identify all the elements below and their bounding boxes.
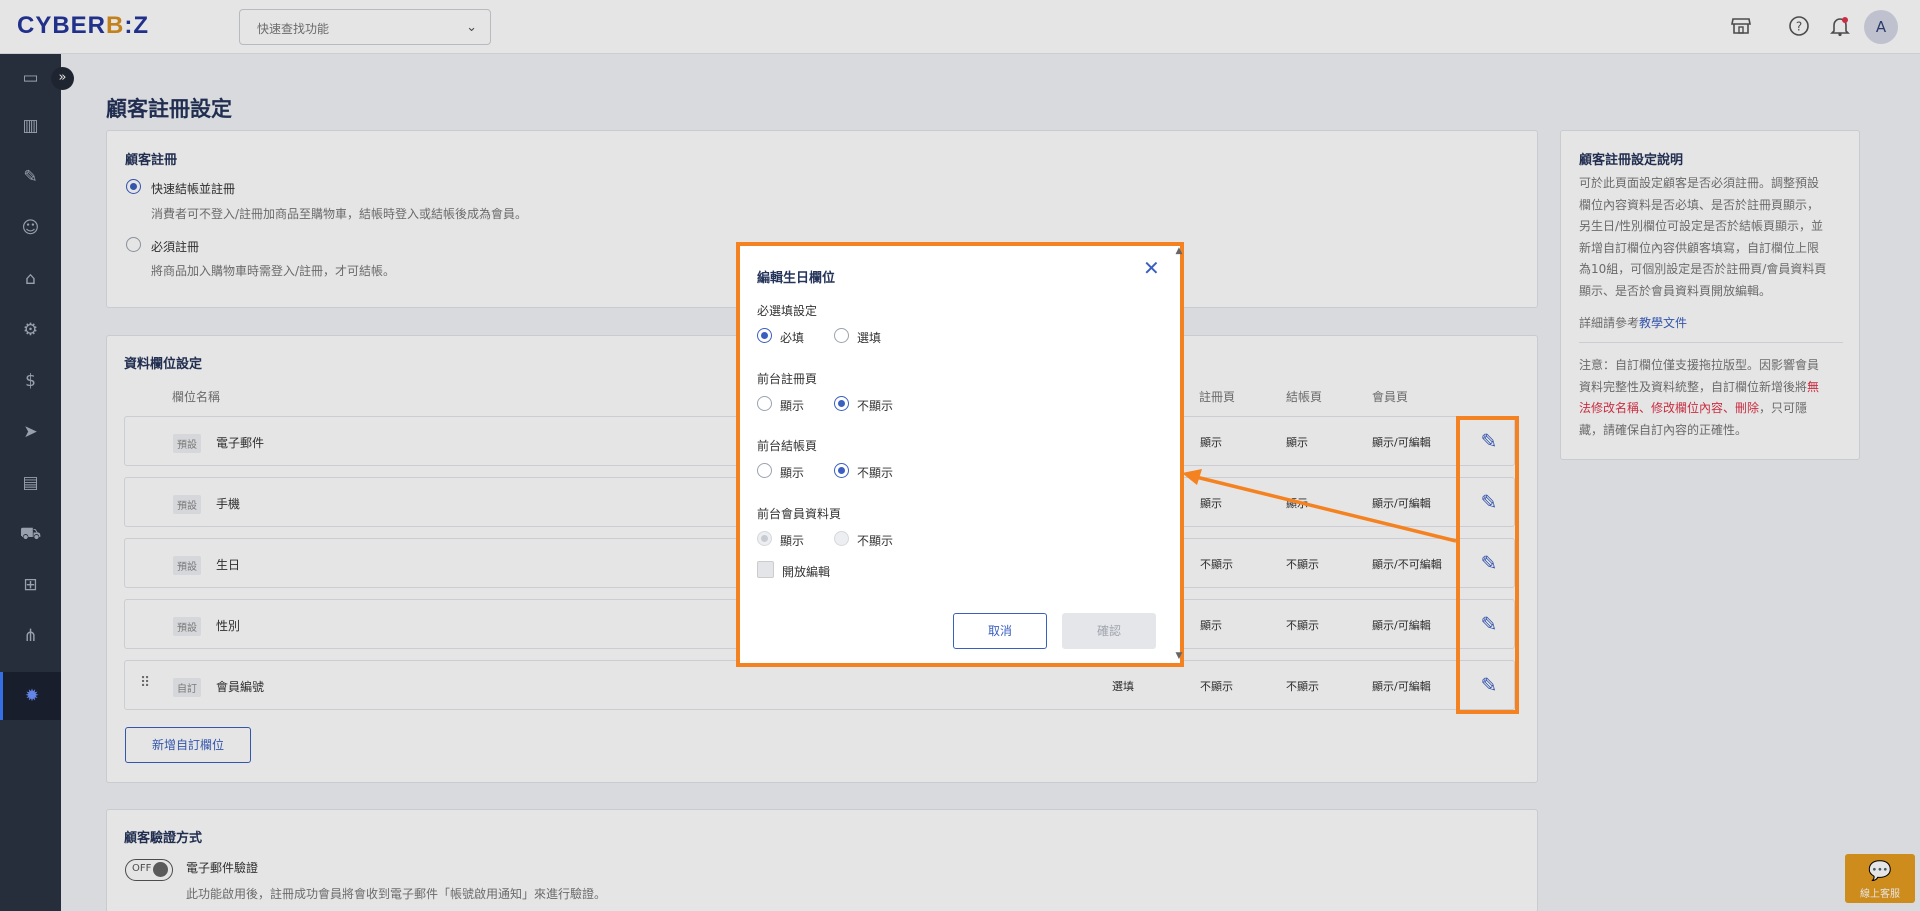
checkout-hide-label: 不顯示: [857, 466, 894, 480]
allow-edit-label: 開放編輯: [782, 565, 831, 579]
required-label: 必填: [780, 331, 805, 345]
checkout-show-label: 顯示: [780, 466, 805, 480]
register-hide-radio[interactable]: [834, 396, 849, 411]
checkout-section-label: 前台結帳頁: [757, 439, 818, 453]
checkout-hide-radio[interactable]: [834, 463, 849, 478]
member-hide-radio: [834, 531, 849, 546]
register-hide-label: 不顯示: [857, 399, 894, 413]
scroll-up-icon[interactable]: ▲: [1174, 246, 1184, 256]
modal-title: 編輯生日欄位: [757, 271, 836, 286]
member-hide-label: 不顯示: [857, 534, 894, 548]
register-section-label: 前台註冊頁: [757, 372, 818, 386]
register-show-radio[interactable]: [757, 396, 772, 411]
cancel-button[interactable]: 取消: [953, 613, 1047, 649]
register-show-label: 顯示: [780, 399, 805, 413]
allow-edit-checkbox[interactable]: [757, 561, 774, 578]
scroll-down-icon[interactable]: ▼: [1174, 651, 1184, 661]
checkout-show-radio[interactable]: [757, 463, 772, 478]
close-icon[interactable]: ✕: [1143, 256, 1160, 280]
optional-radio[interactable]: [834, 328, 849, 343]
edit-birthday-modal: 編輯生日欄位 ✕ ▲ ▼ 必選填設定 必填 選填 前台註冊頁 顯示 不顯示 前台…: [736, 242, 1184, 667]
member-show-radio: [757, 531, 772, 546]
required-radio[interactable]: [757, 328, 772, 343]
required-section-label: 必選填設定: [757, 304, 818, 318]
member-show-label: 顯示: [780, 534, 805, 548]
edit-column-highlight: [1456, 416, 1519, 714]
annotation-arrow: [1182, 469, 1457, 543]
confirm-button[interactable]: 確認: [1062, 613, 1156, 649]
member-section-label: 前台會員資料頁: [757, 507, 842, 521]
optional-label: 選填: [857, 331, 882, 345]
